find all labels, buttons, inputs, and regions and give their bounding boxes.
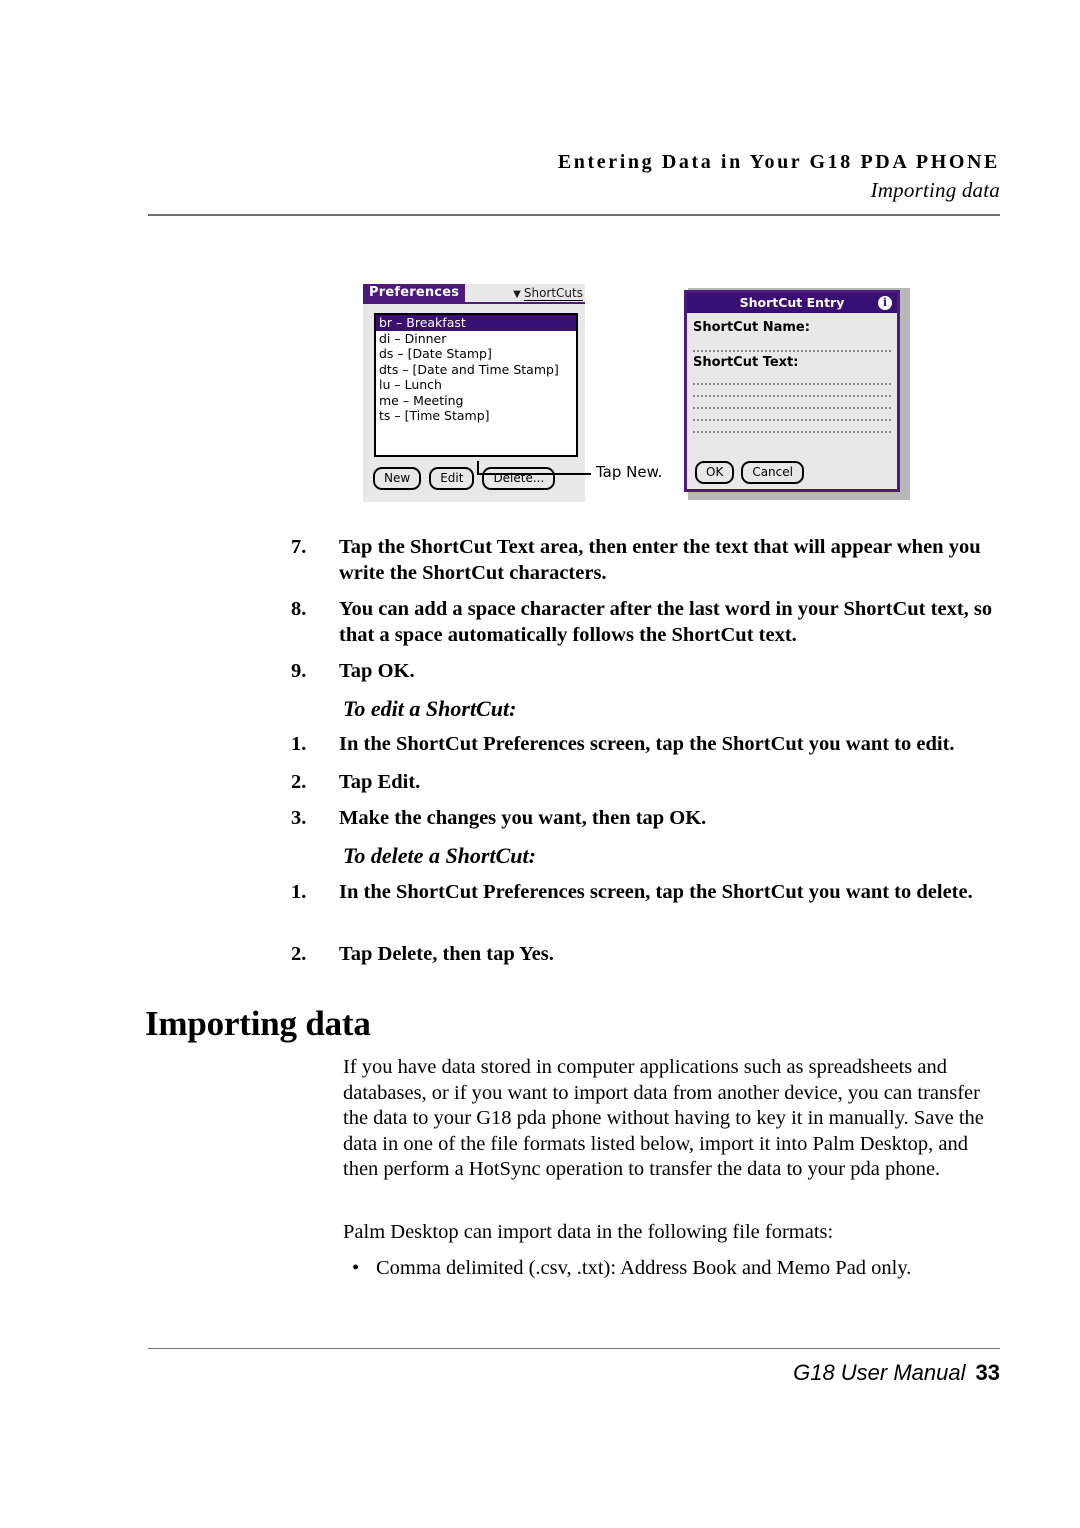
shortcut-text-label: ShortCut Text:: [693, 355, 799, 370]
step-item: 3. Make the changes you want, then tap O…: [291, 805, 999, 831]
ok-button[interactable]: OK: [695, 461, 735, 484]
edit-button[interactable]: Edit: [429, 467, 475, 490]
list-item[interactable]: lu – Lunch: [376, 377, 576, 393]
step-item: 2. Tap Edit.: [291, 769, 999, 795]
format-text: Comma delimited (.csv, .txt): Address Bo…: [376, 1257, 912, 1279]
formats-intro: Palm Desktop can import data in the foll…: [343, 1221, 834, 1243]
shortcut-text-input-line[interactable]: [693, 382, 891, 385]
step-text: Make the changes you want, then tap OK.: [339, 807, 707, 829]
shortcuts-list[interactable]: br – Breakfast di – Dinner ds – [Date St…: [374, 313, 578, 457]
step-item: 1. In the ShortCut Preferences screen, t…: [291, 731, 1049, 757]
figure-shortcut-screens: Preferences ▼ ShortCuts br – Breakfast di…: [0, 278, 1080, 508]
step-text: Tap the ShortCut Text area, then enter t…: [339, 536, 981, 584]
importing-paragraph: If you have data stored in computer appl…: [343, 1056, 984, 1180]
footer-manual-label: G18 User Manual: [793, 1360, 966, 1385]
dialog-titlebar: ShortCut Entry i: [687, 293, 897, 313]
shortcut-name-input[interactable]: [693, 349, 891, 352]
bullet-icon: •: [352, 1257, 360, 1279]
list-item[interactable]: ts – [Time Stamp]: [376, 408, 576, 424]
preferences-titlebar: Preferences ▼ ShortCuts: [363, 284, 585, 304]
step-text: Tap Delete, then tap Yes.: [339, 943, 554, 965]
step-number: 9.: [291, 660, 307, 682]
chevron-down-icon: ▼: [513, 289, 521, 300]
shortcut-text-input-line[interactable]: [693, 406, 891, 409]
step-item: 9. Tap OK.: [291, 658, 999, 684]
shortcut-entry-dialog: ShortCut Entry i ShortCut Name: ShortCut…: [684, 290, 900, 492]
preferences-tab-label: Preferences: [363, 284, 466, 302]
list-item[interactable]: ds – [Date Stamp]: [376, 346, 576, 362]
preferences-screen: Preferences ▼ ShortCuts br – Breakfast di…: [363, 284, 585, 502]
step-text: In the ShortCut Preferences screen, tap …: [339, 881, 973, 903]
step-number: 7.: [291, 536, 307, 558]
shortcuts-dropdown-label: ShortCuts: [523, 286, 583, 301]
shortcut-text-input-line[interactable]: [693, 394, 891, 397]
step-number: 1.: [291, 733, 307, 755]
list-item[interactable]: dts – [Date and Time Stamp]: [376, 362, 576, 378]
header-chapter-title: Entering Data in Your G18 PDA PHONE: [557, 151, 1000, 173]
step-item: 2. Tap Delete, then tap Yes.: [291, 941, 999, 967]
preferences-button-row: New Edit Delete...: [373, 467, 556, 490]
step-item: 8. You can add a space character after t…: [291, 596, 999, 648]
shortcut-entry-dialog-wrapper: ShortCut Entry i ShortCut Name: ShortCut…: [684, 282, 910, 500]
dialog-body: ShortCut Name: ShortCut Text:: [687, 313, 897, 433]
shortcut-text-input-line[interactable]: [693, 430, 891, 433]
list-item: • Comma delimited (.csv, .txt): Address …: [352, 1256, 1002, 1282]
header-divider: [148, 214, 1000, 216]
cancel-button[interactable]: Cancel: [741, 461, 804, 484]
page-footer: G18 User Manual 33: [148, 1360, 1000, 1386]
list-item[interactable]: me – Meeting: [376, 393, 576, 409]
step-item: 7. Tap the ShortCut Text area, then ente…: [291, 534, 999, 586]
step-item: 1. In the ShortCut Preferences screen, t…: [291, 879, 979, 905]
step-number: 1.: [291, 881, 307, 903]
subheading-edit-shortcut: To edit a ShortCut:: [343, 696, 517, 721]
list-item[interactable]: br – Breakfast: [376, 315, 576, 331]
footer-page-number: 33: [975, 1360, 1000, 1385]
shortcut-name-label: ShortCut Name:: [693, 320, 810, 335]
delete-button[interactable]: Delete...: [482, 467, 556, 490]
callout-leader-line: [513, 473, 591, 475]
step-number: 2.: [291, 943, 307, 965]
step-text: In the ShortCut Preferences screen, tap …: [339, 733, 955, 755]
subheading-delete-shortcut: To delete a ShortCut:: [343, 843, 536, 868]
list-item[interactable]: di – Dinner: [376, 331, 576, 347]
preferences-titlebar-underline: [363, 302, 585, 304]
header-section-subtitle: Importing data: [870, 178, 1000, 202]
callout-leader-inner: [477, 473, 515, 475]
new-button[interactable]: New: [373, 467, 422, 490]
step-number: 8.: [291, 598, 307, 620]
footer-divider: [148, 1348, 1000, 1349]
step-text: Tap Edit.: [339, 771, 421, 793]
step-text: Tap OK.: [339, 660, 415, 682]
dialog-button-row: OK Cancel: [695, 461, 804, 484]
shortcut-text-input-line[interactable]: [693, 418, 891, 421]
info-icon[interactable]: i: [878, 296, 892, 310]
step-number: 3.: [291, 807, 307, 829]
page-header: Entering Data in Your G18 PDA PHONE Impo…: [148, 150, 1000, 203]
dialog-title: ShortCut Entry: [739, 295, 845, 310]
step-text: You can add a space character after the …: [339, 598, 993, 646]
shortcuts-dropdown[interactable]: ▼ ShortCuts: [513, 285, 583, 303]
step-number: 2.: [291, 771, 307, 793]
callout-tap-new: Tap New.: [596, 463, 663, 481]
page-title: Importing data: [145, 1004, 371, 1043]
